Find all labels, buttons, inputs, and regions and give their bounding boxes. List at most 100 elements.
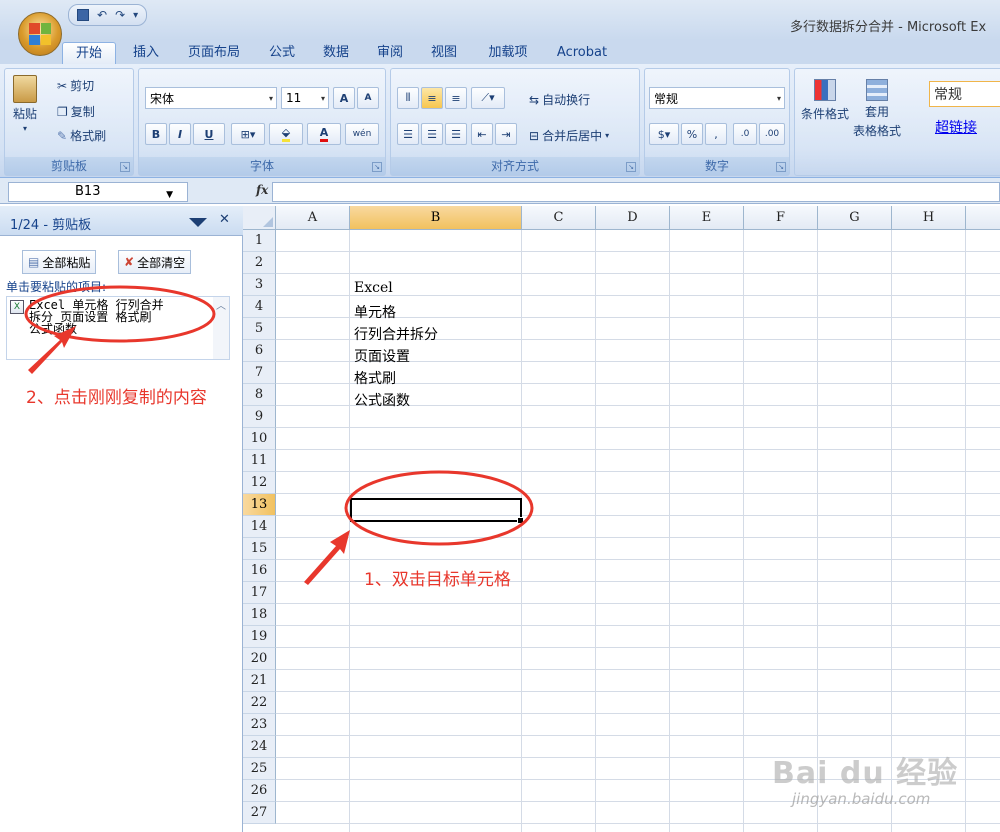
align-middle-button[interactable]: ≡ <box>421 87 443 109</box>
cell-b6[interactable]: 页面设置 <box>354 346 410 366</box>
align-top-button[interactable]: ⫴ <box>397 87 419 109</box>
name-box[interactable]: B13 ▼ <box>8 182 188 202</box>
cell-b7[interactable]: 格式刷 <box>354 368 396 388</box>
accounting-format-button[interactable]: $▾ <box>649 123 679 145</box>
tab-formulas[interactable]: 公式 <box>262 42 302 64</box>
format-as-table-button[interactable]: 套用 表格格式 <box>853 79 901 139</box>
row-header-5[interactable]: 5 <box>243 318 276 340</box>
insert-function-icon[interactable]: fx <box>256 183 268 197</box>
column-header-g[interactable]: G <box>818 206 892 230</box>
row-header-14[interactable]: 14 <box>243 516 276 538</box>
cell-b8[interactable]: 公式函数 <box>354 390 410 410</box>
number-launcher-icon[interactable]: ↘ <box>776 162 786 172</box>
tab-review[interactable]: 审阅 <box>368 42 412 64</box>
increase-indent-button[interactable]: ⇥ <box>495 123 517 145</box>
conditional-format-button[interactable]: 条件格式 <box>801 79 849 122</box>
qat-customize-icon[interactable]: ▾ <box>133 10 138 21</box>
align-left-button[interactable]: ☰ <box>397 123 419 145</box>
worksheet-grid[interactable]: A B C D E F G H 1 2 3 4 5 6 7 8 9 10 11 12 13 14 15 16 1… <box>243 206 1000 832</box>
tab-view[interactable]: 视图 <box>422 42 466 64</box>
font-name-select[interactable]: 宋体 ▾ <box>145 87 277 109</box>
column-header-d[interactable]: D <box>596 206 670 230</box>
row-header-10[interactable]: 10 <box>243 428 276 450</box>
row-header-22[interactable]: 22 <box>243 692 276 714</box>
decrease-decimal-button[interactable]: .00 <box>759 123 785 145</box>
tab-add-ins[interactable]: 加载项 <box>476 42 540 64</box>
paste-button[interactable]: 粘贴 ▾ <box>13 75 37 133</box>
column-header-a[interactable]: A <box>276 206 350 230</box>
comma-button[interactable]: , <box>705 123 727 145</box>
cut-button[interactable]: ✂ 剪切 <box>57 77 94 94</box>
increase-decimal-button[interactable]: .0 <box>733 123 757 145</box>
column-header-f[interactable]: F <box>744 206 818 230</box>
phonetic-button[interactable]: wén <box>345 123 379 145</box>
active-cell-b13[interactable] <box>350 498 524 524</box>
alignment-launcher-icon[interactable]: ↘ <box>626 162 636 172</box>
cell-b3[interactable]: Excel <box>354 280 393 296</box>
cell-style-hyperlink[interactable]: 超链接 <box>935 117 977 137</box>
number-format-select[interactable]: 常规 ▾ <box>649 87 785 109</box>
row-header-6[interactable]: 6 <box>243 340 276 362</box>
tab-page-layout[interactable]: 页面布局 <box>176 42 252 64</box>
save-icon[interactable] <box>77 9 89 21</box>
bold-button[interactable]: B <box>145 123 167 145</box>
row-header-4[interactable]: 4 <box>243 296 276 318</box>
column-header-b[interactable]: B <box>350 206 522 230</box>
italic-button[interactable]: I <box>169 123 191 145</box>
row-header-8[interactable]: 8 <box>243 384 276 406</box>
clipboard-launcher-icon[interactable]: ↘ <box>120 162 130 172</box>
row-header-7[interactable]: 7 <box>243 362 276 384</box>
row-header-2[interactable]: 2 <box>243 252 276 274</box>
row-header-23[interactable]: 23 <box>243 714 276 736</box>
select-all-corner[interactable] <box>243 206 276 230</box>
formula-input[interactable] <box>272 182 1000 202</box>
pane-menu-icon[interactable] <box>189 218 207 227</box>
grow-font-button[interactable]: A <box>333 87 355 109</box>
close-icon[interactable]: ✕ <box>219 212 230 227</box>
redo-icon[interactable]: ↷ <box>115 8 125 22</box>
cell-b5[interactable]: 行列合并拆分 <box>354 324 438 344</box>
row-header-1[interactable]: 1 <box>243 230 276 252</box>
row-header-26[interactable]: 26 <box>243 780 276 802</box>
percent-button[interactable]: % <box>681 123 703 145</box>
font-launcher-icon[interactable]: ↘ <box>372 162 382 172</box>
row-header-18[interactable]: 18 <box>243 604 276 626</box>
row-header-21[interactable]: 21 <box>243 670 276 692</box>
undo-icon[interactable]: ↶ <box>97 8 107 22</box>
row-header-13[interactable]: 13 <box>243 494 276 516</box>
office-button[interactable] <box>18 12 62 56</box>
wrap-text-button[interactable]: ⇆ 自动换行 <box>529 91 590 108</box>
column-header-h[interactable]: H <box>892 206 966 230</box>
decrease-indent-button[interactable]: ⇤ <box>471 123 493 145</box>
row-header-17[interactable]: 17 <box>243 582 276 604</box>
fill-color-button[interactable]: ⬙ <box>269 123 303 145</box>
clipboard-item[interactable]: X Excel 单元格 行列合并 拆分 页面设置 格式刷 公式函数 ︿ <box>6 296 230 360</box>
cell-b4[interactable]: 单元格 <box>354 302 396 322</box>
borders-button[interactable]: ⊞▾ <box>231 123 265 145</box>
orientation-button[interactable]: ⟋▾ <box>471 87 505 109</box>
tab-data[interactable]: 数据 <box>314 42 358 64</box>
tab-home[interactable]: 开始 <box>62 42 116 64</box>
row-header-9[interactable]: 9 <box>243 406 276 428</box>
row-header-20[interactable]: 20 <box>243 648 276 670</box>
font-color-button[interactable]: A <box>307 123 341 145</box>
clipboard-scrollbar[interactable]: ︿ <box>213 297 229 359</box>
column-header-e[interactable]: E <box>670 206 744 230</box>
row-header-24[interactable]: 24 <box>243 736 276 758</box>
column-header-i[interactable] <box>966 206 1000 230</box>
align-bottom-button[interactable]: ≡ <box>445 87 467 109</box>
row-header-3[interactable]: 3 <box>243 274 276 296</box>
font-size-select[interactable]: 11 ▾ <box>281 87 329 109</box>
row-header-11[interactable]: 11 <box>243 450 276 472</box>
shrink-font-button[interactable]: A <box>357 87 379 109</box>
row-header-19[interactable]: 19 <box>243 626 276 648</box>
row-header-15[interactable]: 15 <box>243 538 276 560</box>
column-header-c[interactable]: C <box>522 206 596 230</box>
align-center-button[interactable]: ☰ <box>421 123 443 145</box>
row-header-25[interactable]: 25 <box>243 758 276 780</box>
tab-acrobat[interactable]: Acrobat <box>550 42 614 64</box>
paste-all-button[interactable]: ▤ 全部粘贴 <box>22 250 97 274</box>
format-painter-button[interactable]: ✎ 格式刷 <box>57 127 106 144</box>
tab-insert[interactable]: 插入 <box>124 42 168 64</box>
underline-button[interactable]: U <box>193 123 225 145</box>
